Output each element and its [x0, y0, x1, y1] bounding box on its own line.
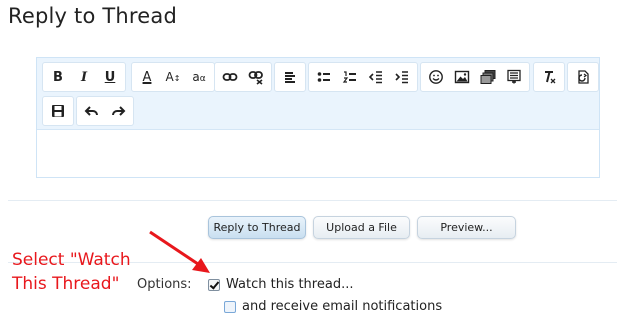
- font-family-button[interactable]: aα: [186, 64, 212, 90]
- remove-format-button[interactable]: [536, 64, 562, 90]
- text-color-button[interactable]: A: [134, 64, 160, 90]
- unlink-button[interactable]: [243, 64, 269, 90]
- watch-thread-label: Watch this thread...: [226, 277, 354, 292]
- divider: [8, 200, 617, 201]
- editor-toolbar: B I U A A↕ aα: [37, 58, 599, 130]
- annotation-line-1: Select "Watch: [12, 250, 131, 270]
- arrow-icon: [149, 230, 210, 273]
- underline-button[interactable]: U: [97, 64, 123, 90]
- underline-icon: U: [104, 69, 116, 85]
- toolbar-group-links: [214, 62, 272, 92]
- code-button[interactable]: [501, 64, 527, 90]
- font-size-button[interactable]: A↕: [160, 64, 186, 90]
- bbcode-toggle-icon: [578, 70, 589, 84]
- outdent-icon: [368, 71, 382, 84]
- unlink-icon: [248, 71, 263, 85]
- preview-button[interactable]: Preview...: [417, 216, 516, 239]
- image-button[interactable]: [449, 64, 475, 90]
- italic-button[interactable]: I: [71, 64, 97, 90]
- font-size-icon: A↕: [165, 70, 181, 84]
- bullet-list-icon: [317, 72, 330, 82]
- bold-button[interactable]: B: [45, 64, 71, 90]
- numbered-list-button[interactable]: [337, 64, 363, 90]
- save-draft-icon: [52, 105, 64, 117]
- bbcode-toggle-button[interactable]: [570, 64, 596, 90]
- redo-button[interactable]: [105, 98, 131, 124]
- toolbar-group-align: [274, 62, 306, 92]
- remove-format-icon: [545, 71, 556, 84]
- redo-icon: [112, 106, 126, 116]
- smilie-icon: [429, 70, 443, 84]
- media-button[interactable]: [475, 64, 501, 90]
- undo-icon: [84, 106, 98, 116]
- watch-thread-option[interactable]: Watch this thread...: [208, 277, 353, 292]
- bullet-list-button[interactable]: [311, 64, 337, 90]
- code-icon: [507, 69, 521, 84]
- message-editor[interactable]: B I U A A↕ aα: [36, 57, 600, 178]
- email-notification-label: and receive email notifications: [242, 299, 443, 314]
- toolbar-group-format: [533, 62, 565, 92]
- editor-text-area[interactable]: [37, 130, 599, 178]
- save-draft-button[interactable]: [45, 98, 71, 124]
- smilie-button[interactable]: [423, 64, 449, 90]
- toolbar-group-lists: [308, 62, 418, 92]
- outdent-button[interactable]: [363, 64, 389, 90]
- font-family-icon: aα: [192, 70, 206, 84]
- link-button[interactable]: [217, 64, 243, 90]
- reply-to-thread-button[interactable]: Reply to Thread: [208, 216, 306, 239]
- annotation-line-2: This Thread": [12, 274, 120, 294]
- italic-icon: I: [80, 69, 88, 85]
- options-label: Options:: [137, 277, 192, 292]
- image-icon: [454, 70, 470, 84]
- watch-thread-checkbox[interactable]: [208, 278, 220, 291]
- upload-file-button[interactable]: Upload a File: [313, 216, 410, 239]
- link-icon: [222, 73, 238, 81]
- toolbar-group-toggle: [567, 62, 599, 92]
- instruction-annotation: Select "Watch This Thread": [12, 248, 131, 296]
- page-title: Reply to Thread: [8, 4, 178, 28]
- email-notification-checkbox[interactable]: [224, 300, 236, 313]
- toolbar-group-font: A A↕ aα: [131, 62, 215, 92]
- toolbar-group-history: [76, 96, 134, 126]
- align-left-icon: [285, 72, 295, 83]
- text-color-icon: A: [142, 69, 152, 85]
- toolbar-group-save: [42, 96, 74, 126]
- email-notification-option[interactable]: and receive email notifications: [224, 299, 442, 314]
- numbered-list-icon: [342, 71, 356, 83]
- toolbar-group-insert: [420, 62, 530, 92]
- indent-icon: [395, 71, 408, 84]
- indent-button[interactable]: [389, 64, 415, 90]
- undo-button[interactable]: [79, 98, 105, 124]
- toolbar-group-text-style: B I U: [42, 62, 126, 92]
- align-left-button[interactable]: [277, 64, 303, 90]
- bold-icon: B: [53, 69, 63, 85]
- media-icon: [480, 70, 496, 84]
